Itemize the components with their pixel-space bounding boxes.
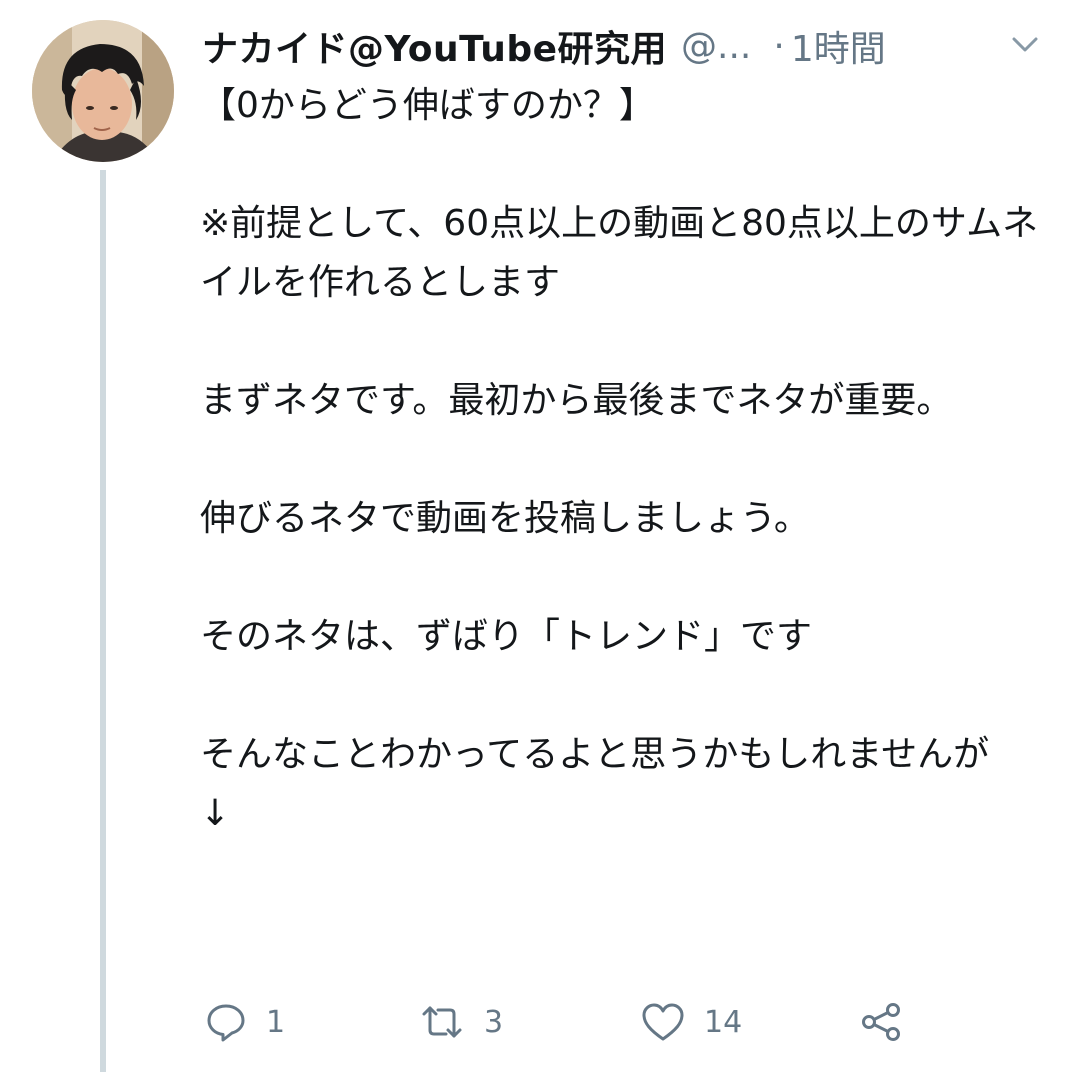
tweet-header: ナカイド@YouTube研究用 @... · 1時間 [202,18,1062,74]
handle[interactable]: @... [681,26,751,67]
display-name[interactable]: ナカイド@YouTube研究用 [202,20,667,72]
heart-icon [640,1000,686,1044]
like-count: 14 [704,1004,743,1040]
tweet-text: 【0からどう伸ばすのか？】 ※前提として、60点以上の動画と80点以上のサムネイ… [200,85,1039,834]
retweet-count: 3 [484,1004,504,1040]
reply-button[interactable]: 1 [204,996,285,1048]
thread-line [100,170,106,1072]
share-icon [858,1000,904,1044]
tweet[interactable]: ナカイド@YouTube研究用 @... · 1時間 【0からどう伸ばすのか？】… [0,0,1080,1072]
like-button[interactable]: 14 [640,996,742,1048]
share-button[interactable] [858,996,904,1048]
avatar[interactable] [32,20,174,162]
reply-count: 1 [266,1004,286,1040]
separator-dot: · [773,25,785,67]
retweet-icon [418,1000,466,1044]
retweet-button[interactable]: 3 [418,996,503,1048]
action-bar: 1 3 14 [204,996,924,1048]
chevron-down-icon[interactable] [1008,28,1042,62]
reply-icon [204,1000,248,1044]
timestamp[interactable]: 1時間 [791,20,886,72]
